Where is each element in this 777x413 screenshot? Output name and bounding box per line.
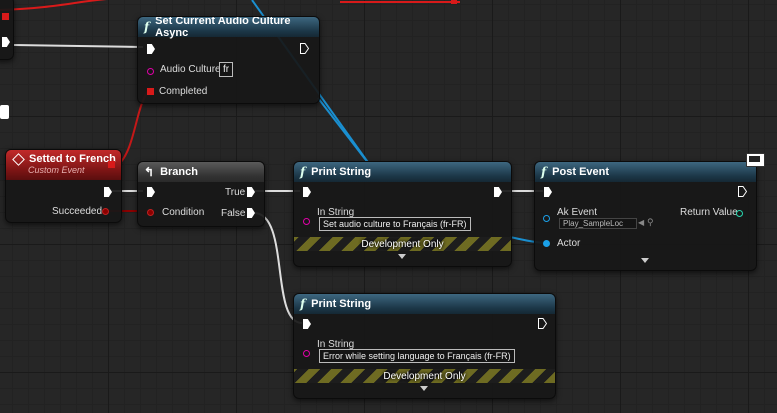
node-header: f Print String	[294, 294, 555, 314]
audio-culture-input[interactable]: fr	[219, 62, 234, 77]
search-icon[interactable]: ⚲	[647, 217, 654, 228]
node-title: Branch	[160, 166, 198, 178]
true-exec-pin[interactable]	[247, 187, 255, 197]
node-header: f Print String	[294, 162, 511, 182]
node-title: Print String	[311, 298, 372, 310]
actor-label: Actor	[557, 238, 581, 249]
exec-in-pin[interactable]	[303, 319, 311, 329]
red-wire-top	[0, 0, 107, 11]
function-icon: f	[300, 297, 306, 311]
development-only-label: Development Only	[383, 370, 466, 382]
string-pin[interactable]	[303, 218, 310, 225]
red-pin-top	[451, 0, 457, 4]
exec-in-pin[interactable]	[147, 44, 155, 54]
ak-event-pin[interactable]	[543, 215, 550, 222]
false-exec-pin[interactable]	[247, 208, 255, 218]
monitor-icon	[746, 153, 765, 167]
return-value-pin[interactable]	[736, 210, 743, 217]
delegate-pin[interactable]	[108, 161, 115, 168]
event-icon	[12, 152, 25, 166]
node-print-string-2[interactable]: f Print String In String Error while set…	[293, 293, 556, 399]
exec-in-pin[interactable]	[303, 187, 311, 197]
ak-event-value: Play_SampleLoc	[563, 219, 624, 228]
exec-out-pin[interactable]	[494, 187, 502, 197]
node-branch[interactable]: ↰ Branch True Condition False	[137, 161, 265, 227]
condition-pin[interactable]	[147, 209, 154, 216]
exec-out-pin[interactable]	[2, 37, 10, 47]
false-label: False	[221, 208, 246, 219]
node-header: f Post Event	[535, 162, 756, 182]
development-only-bar: Development Only	[294, 237, 511, 251]
development-only-bar: Development Only	[294, 369, 555, 383]
true-label: True	[225, 187, 246, 198]
exec-out-pin[interactable]	[104, 187, 112, 197]
completed-pin[interactable]	[147, 88, 154, 95]
exec-in-pin[interactable]	[544, 187, 552, 197]
blue-wire-mid	[317, 97, 373, 169]
node-subtitle: Custom Event	[28, 165, 85, 175]
condition-label: Condition	[162, 207, 205, 218]
node-title: Set Current Audio Culture Async	[155, 16, 291, 39]
expand-chevron-icon[interactable]	[420, 386, 428, 391]
function-icon: f	[300, 165, 306, 179]
return-value-label: Return Value	[680, 207, 738, 218]
function-icon: f	[541, 165, 547, 179]
string-pin[interactable]	[303, 350, 310, 357]
partial-node-left[interactable]	[0, 0, 14, 60]
bool-pin-square	[2, 13, 9, 20]
expand-chevron-icon[interactable]	[641, 258, 649, 263]
succeeded-label: Succeeded	[52, 206, 103, 217]
node-header: ↰ Branch	[138, 162, 264, 182]
monitor-icon-left	[0, 105, 9, 119]
node-header: f Set Current Audio Culture Async	[138, 16, 319, 39]
development-only-label: Development Only	[361, 238, 444, 250]
exec-out-pin[interactable]	[738, 186, 747, 197]
node-title: Print String	[311, 166, 372, 178]
function-icon: f	[144, 20, 150, 34]
node-post-event[interactable]: f Post Event Ak Event Play_SampleLoc ◀ ⚲…	[534, 161, 757, 271]
actor-pin[interactable]	[543, 240, 550, 247]
node-print-string-1[interactable]: f Print String In String Set audio cultu…	[293, 161, 512, 267]
exec-in-pin[interactable]	[147, 187, 155, 197]
node-header: Setted to French Custom Event	[6, 150, 121, 180]
ak-event-selector[interactable]: Play_SampleLoc	[559, 218, 637, 229]
ak-event-label: Ak Event	[557, 207, 598, 218]
node-title: Post Event	[552, 166, 610, 178]
browse-arrow-icon[interactable]: ◀	[638, 218, 644, 227]
node-custom-event[interactable]: Setted to French Custom Event Succeeded	[5, 149, 122, 223]
node-set-audio-culture[interactable]: f Set Current Audio Culture Async Audio …	[137, 16, 320, 104]
node-title: Setted to French	[29, 153, 116, 165]
audio-culture-label: Audio Culture	[160, 64, 221, 75]
in-string-input[interactable]: Set audio culture to Français (fr-FR)	[319, 217, 471, 231]
completed-label: Completed	[159, 86, 208, 97]
expand-chevron-icon[interactable]	[398, 254, 406, 259]
exec-wire-left	[13, 44, 144, 48]
in-string-input[interactable]: Error while setting language to Français…	[319, 349, 515, 363]
branch-icon: ↰	[144, 165, 155, 179]
exec-out-pin[interactable]	[300, 43, 309, 54]
exec-out-pin[interactable]	[538, 318, 547, 329]
string-pin[interactable]	[147, 68, 154, 75]
succeeded-pin[interactable]	[102, 208, 109, 215]
